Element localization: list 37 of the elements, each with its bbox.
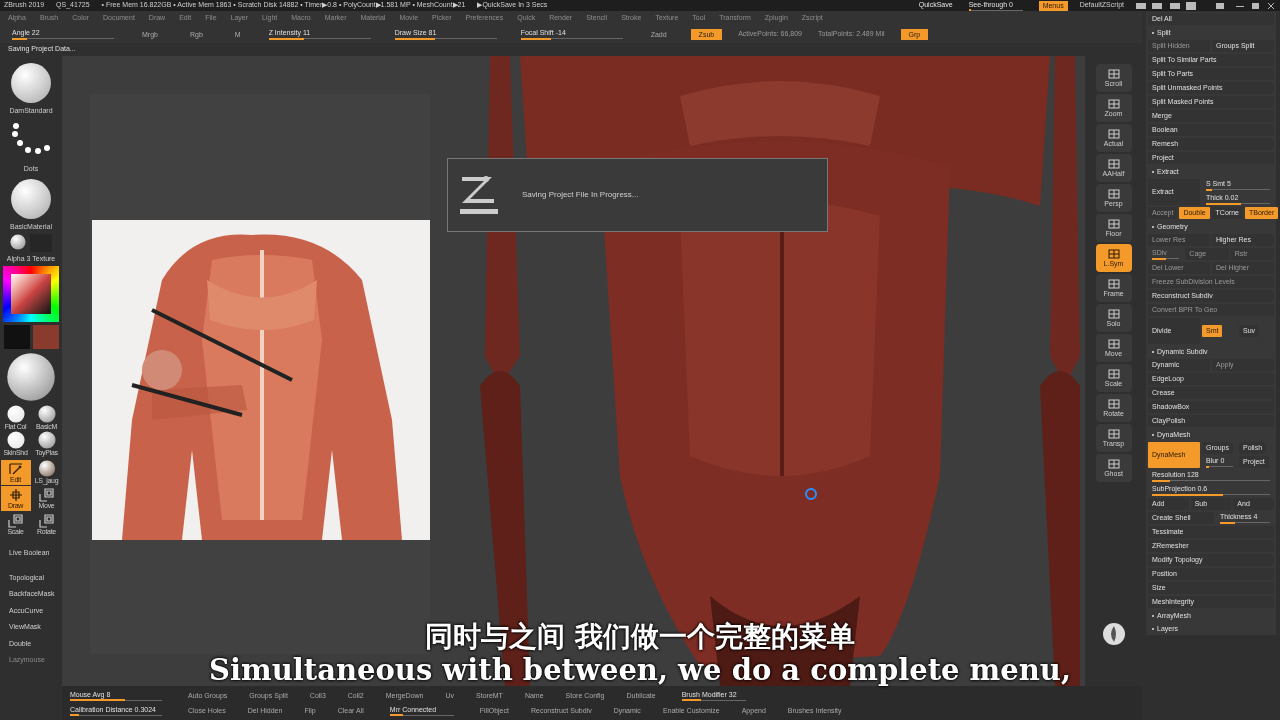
subtitle-english: Simultaneous with between, we do a complete menu, (209, 654, 1071, 686)
window-controls-icon (1136, 1, 1276, 10)
view-tool-icon (1106, 98, 1121, 110)
cursor-icon (805, 488, 817, 500)
view-tool-icon (1106, 68, 1121, 80)
sphere-icon (10, 234, 26, 250)
sphere-icon (37, 405, 56, 423)
sphere-navigator-icon (1101, 622, 1126, 646)
view-tool-icon (1106, 128, 1121, 140)
dialog-message: Saving Project File In Progress... (522, 189, 639, 201)
sphere-icon (6, 352, 56, 402)
subtitle-chinese: 同时与之间 我们做一个完整的菜单 (425, 620, 855, 654)
view-tool-icon (1106, 338, 1121, 350)
view-tool-icon (1106, 248, 1121, 260)
sphere-icon (6, 405, 25, 423)
sphere-icon (6, 431, 25, 449)
sphere-icon (10, 62, 52, 104)
sphere-icon (37, 431, 56, 449)
view-tool-icon (1106, 398, 1121, 410)
sphere-icon (10, 178, 52, 220)
color-picker[interactable] (3, 266, 59, 322)
view-tool-icon (1106, 158, 1121, 170)
view-tool-icon (1106, 368, 1121, 380)
view-tool-icon (1106, 188, 1121, 200)
view-tool-icon (1106, 278, 1121, 290)
color-swatch[interactable] (32, 325, 59, 349)
view-tool-icon (1106, 218, 1121, 230)
frame-arrow-icon (7, 513, 24, 528)
frame-arrow-icon (38, 513, 55, 528)
pencil-grid-icon (7, 461, 24, 476)
view-tool-icon (1106, 458, 1121, 470)
crosshair-icon (7, 487, 24, 502)
sphere-icon (37, 460, 56, 477)
view-tool-icon (1106, 428, 1121, 440)
color-swatch[interactable] (3, 325, 30, 349)
view-tool-icon (1106, 308, 1121, 320)
frame-arrow-icon (38, 487, 55, 502)
